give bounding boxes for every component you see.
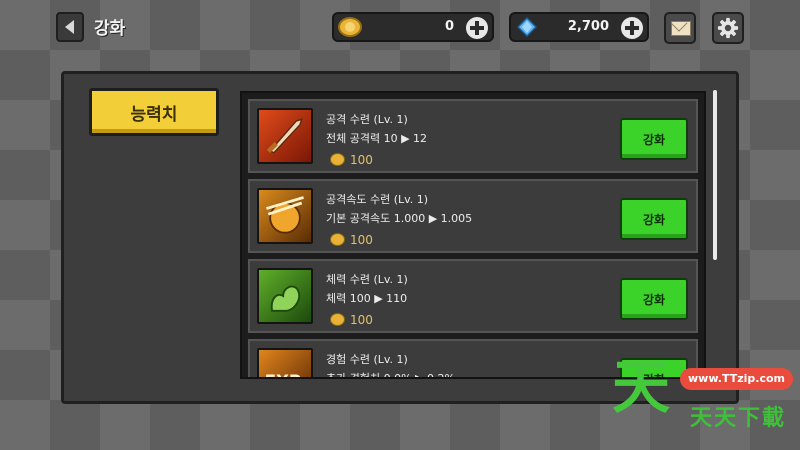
- tab-stats[interactable]: 능력치: [89, 88, 219, 136]
- sword-icon: [257, 108, 313, 164]
- gold-value: 0: [444, 19, 454, 34]
- settings-button[interactable]: [712, 12, 744, 44]
- coin-icon: [330, 313, 345, 326]
- upgrade-name: 공격속도 수련 (Lv. 1): [326, 193, 429, 206]
- upgrade-cost: 100: [350, 233, 373, 247]
- gem-counter: 2,700: [509, 12, 649, 42]
- upgrade-name: 체력 수련 (Lv. 1): [326, 273, 408, 286]
- list-item: 체력 수련 (Lv. 1) 체력 100 ▶ 110 100 강화: [248, 259, 698, 333]
- list-item: 공격 수련 (Lv. 1) 전체 공격력 10 ▶ 12 100 강화: [248, 99, 698, 173]
- upgrade-desc: 기본 공격속도 1.000 ▶ 1.005: [326, 212, 473, 225]
- add-gem-button[interactable]: [621, 17, 643, 39]
- upgrade-desc: 추가 경험치 0.0% ▶ 0.2%: [326, 372, 455, 379]
- upgrade-name: 공격 수련 (Lv. 1): [326, 113, 408, 126]
- upgrade-cost: 100: [350, 153, 373, 167]
- upgrade-list[interactable]: 공격 수련 (Lv. 1) 전체 공격력 10 ▶ 12 100 강화 공격속도…: [240, 91, 706, 379]
- upgrade-name: 경험 수련 (Lv. 1): [326, 353, 408, 366]
- gold-coin-icon: [338, 17, 362, 37]
- page-title: 강화: [94, 19, 126, 39]
- upgrade-cost: 100: [350, 313, 373, 327]
- gear-icon: [717, 17, 739, 39]
- muscle-arm-icon: [257, 268, 313, 324]
- watermark-url: www.TTzip.com: [680, 368, 793, 390]
- add-gold-button[interactable]: [466, 17, 488, 39]
- speed-shield-icon: [257, 188, 313, 244]
- watermark-logo: 天: [612, 353, 671, 421]
- list-scrollbar[interactable]: [713, 90, 717, 260]
- svg-text:EXP: EXP: [265, 371, 302, 379]
- watermark-text: 天天下載: [690, 406, 787, 431]
- back-arrow-icon: [64, 20, 74, 34]
- coin-icon: [330, 153, 345, 166]
- back-button[interactable]: [56, 12, 84, 42]
- upgrade-button[interactable]: 강화: [620, 198, 688, 240]
- upgrade-button[interactable]: 강화: [620, 118, 688, 160]
- upgrade-desc: 체력 100 ▶ 110: [326, 292, 408, 305]
- mail-icon: [671, 21, 691, 36]
- list-item: 공격속도 수련 (Lv. 1) 기본 공격속도 1.000 ▶ 1.005 10…: [248, 179, 698, 253]
- upgrade-desc: 전체 공격력 10 ▶ 12: [326, 132, 428, 145]
- coin-icon: [330, 233, 345, 246]
- upgrade-button[interactable]: 강화: [620, 278, 688, 320]
- gem-icon: [517, 17, 537, 37]
- exp-icon: EXP: [257, 348, 313, 379]
- gem-value: 2,700: [567, 19, 609, 34]
- mail-button[interactable]: [664, 12, 696, 44]
- gold-counter: 0: [332, 12, 494, 42]
